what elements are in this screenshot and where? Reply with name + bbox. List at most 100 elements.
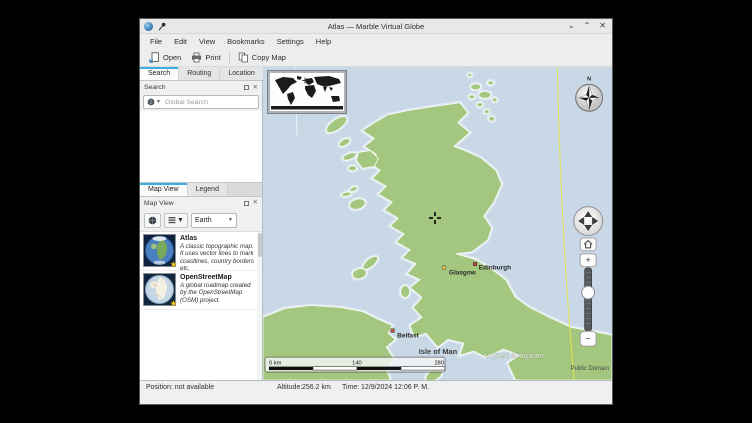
main-content: Search Routing Location Search ✕ ▼ [140,67,612,380]
scale-middle-label: 140 [352,361,362,367]
close-panel-icon[interactable]: ✕ [253,85,258,91]
search-results-area[interactable] [140,111,262,183]
menu-view[interactable]: View [193,37,221,46]
close-panel-icon[interactable]: ✕ [253,200,258,206]
view-mode-button[interactable]: ▼ [164,213,188,228]
search-dock-title: Search [144,84,166,91]
sidebar: Search Routing Location Search ✕ ▼ [140,67,263,380]
minus-icon: − [586,334,591,344]
copy-map-label: Copy Map [252,53,286,62]
glasgow-marker[interactable] [442,266,446,270]
tab-search[interactable]: Search [140,67,179,80]
theme-description: It uses vector lines to mark [180,250,254,257]
minimize-button[interactable]: ⌄ [568,22,575,30]
menu-bar: File Edit View Bookmarks Settings Help [140,34,612,49]
altitude-label: Altitude: [277,384,302,391]
osm-text: OpenStreetMap A global roadmap created b… [180,273,254,307]
map-theme-list: ★ Atlas A classic topographic map. It us… [140,231,262,381]
mapview-dock-title: Map View [144,200,174,207]
open-document-icon [149,52,160,63]
sidebar-bottom-tabbar: Map View Legend [140,183,262,197]
belfast-marker[interactable] [391,329,394,332]
open-label: Open [163,53,181,62]
time-label: Time: [342,384,359,391]
zoom-slider-handle[interactable] [582,286,595,299]
theme-description: A classic topographic map. [180,243,254,250]
navigation-dpad[interactable] [574,207,603,236]
menu-file[interactable]: File [144,37,168,46]
list-view-icon [168,216,176,224]
plus-icon: + [586,255,591,265]
marble-window: Atlas — Marble Virtual Globe ⌄ ⌃ ✕ File … [139,18,613,405]
close-button[interactable]: ✕ [599,22,606,30]
map-viewport[interactable]: Glasgow Edinburgh Belfast Isle of Man Un… [263,67,612,380]
copy-map-button[interactable]: Copy Map [233,50,291,66]
sidebar-top-tabbar: Search Routing Location [140,67,262,81]
celestial-body-button[interactable] [144,213,161,228]
chevron-down-icon: ▼ [177,217,184,224]
status-bar: Position: not available Altitude: 256.2 … [140,380,612,404]
world-overview-icon [270,73,344,111]
altitude-value: 256.2 km [302,384,331,391]
search-input[interactable] [163,98,255,107]
theme-list-scrollbar[interactable] [257,232,262,381]
theme-name: Atlas [180,235,254,242]
tool-bar: Open Print Copy Map [140,49,612,67]
mapview-controls: ▼ Earth ▼ [140,210,262,231]
globe-icon [148,216,157,225]
scale-bar: 0 km 140 280 [265,357,445,372]
tab-map-view[interactable]: Map View [140,183,188,196]
united-kingdom-label: United Kingdom [485,351,545,360]
position-status: Position: not available [146,384,214,391]
float-panel-icon[interactable] [244,201,249,206]
globe-search-icon [147,98,155,106]
theme-description: A global roadmap created by the OpenStre… [180,282,254,304]
print-label: Print [205,53,220,62]
search-dock-buttons: ✕ [244,85,258,91]
overview-map[interactable] [268,71,346,113]
theme-item-openstreetmap[interactable]: ★ OpenStreetMap A global roadmap created… [140,271,262,310]
printer-icon [191,52,202,63]
edinburgh-label: Edinburgh [479,265,511,272]
compass-north-label: N [587,76,591,82]
mapview-dock-buttons: ✕ [244,200,258,206]
edinburgh-marker[interactable] [473,262,476,265]
tab-routing[interactable]: Routing [179,67,220,80]
scale-start-label: 0 km [269,361,282,367]
osm-thumbnail: ★ [143,273,176,306]
favorite-star-icon: ★ [170,299,177,308]
home-button[interactable] [580,238,596,251]
zoom-out-button[interactable]: − [580,331,596,346]
title-bar[interactable]: Atlas — Marble Virtual Globe ⌄ ⌃ ✕ [140,19,612,34]
maximize-button[interactable]: ⌃ [584,22,591,30]
global-search-field[interactable]: ▼ [143,95,259,109]
atlas-thumbnail: ★ [143,234,176,267]
print-button[interactable]: Print [186,50,225,66]
menu-bookmarks[interactable]: Bookmarks [221,37,271,46]
float-panel-icon[interactable] [244,85,249,90]
window-title: Atlas — Marble Virtual Globe [140,22,612,31]
menu-settings[interactable]: Settings [271,37,310,46]
toolbar-separator [229,51,230,64]
belfast-label: Belfast [397,332,419,339]
menu-edit[interactable]: Edit [168,37,193,46]
window-controls: ⌄ ⌃ ✕ [568,22,606,30]
menu-help[interactable]: Help [310,37,337,46]
search-dock-header: Search ✕ [140,81,262,94]
desktop-background: { "window": { "title": "Atlas — Marble V… [0,0,752,423]
chevron-down-icon: ▼ [228,217,233,223]
celestial-body-select[interactable]: Earth ▼ [191,213,237,228]
copy-icon [238,52,249,63]
celestial-body-value: Earth [195,217,212,224]
theme-item-atlas[interactable]: ★ Atlas A classic topographic map. It us… [140,232,262,271]
tab-location[interactable]: Location [220,67,263,80]
open-button[interactable]: Open [144,50,186,66]
tab-legend[interactable]: Legend [188,183,228,196]
mapview-dock-header: Map View ✕ [140,197,262,210]
chevron-down-icon[interactable]: ▼ [156,99,161,105]
atlas-text: Atlas A classic topographic map. It uses… [180,234,254,268]
zoom-in-button[interactable]: + [580,254,596,267]
attribution-label: Public Domain [571,366,609,372]
isle-of-man-label: Isle of Man [419,347,458,356]
scrollbar-thumb[interactable] [258,233,262,257]
